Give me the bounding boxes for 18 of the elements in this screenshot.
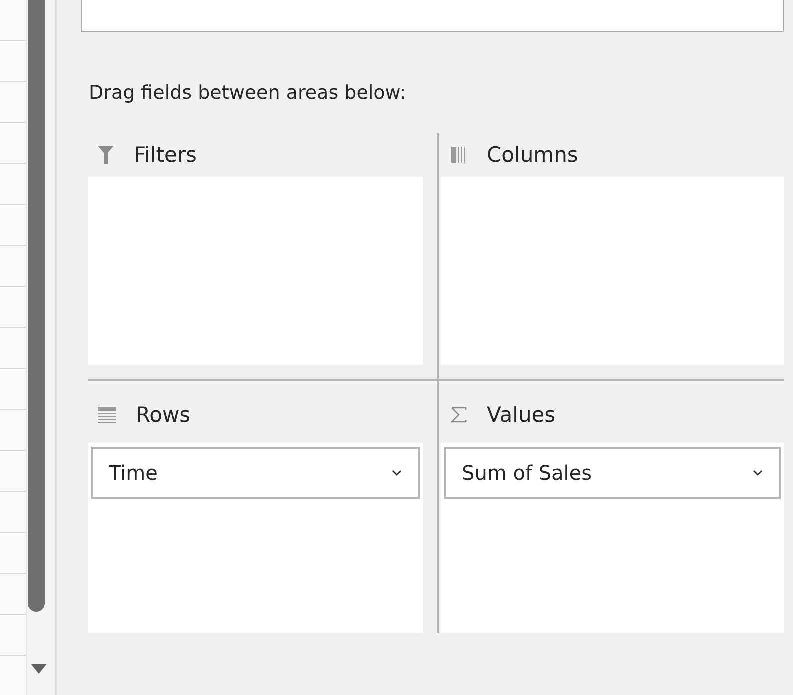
chevron-down-icon[interactable] — [392, 470, 402, 476]
scrollbar[interactable] — [26, 0, 57, 695]
columns-icon — [451, 147, 467, 163]
scroll-down-icon[interactable] — [31, 664, 47, 674]
instruction-text: Drag fields between areas below: — [89, 82, 408, 106]
area-label: Rows — [136, 403, 191, 427]
field-dropdown[interactable]: Sum of Sales — [444, 447, 781, 499]
filter-icon — [98, 146, 114, 164]
drop-area[interactable]: Time — [88, 443, 423, 633]
area-label: Filters — [134, 143, 197, 167]
scrollbar-thumb[interactable] — [28, 0, 45, 612]
drop-area[interactable]: Sum of Sales — [441, 443, 784, 633]
chevron-down-icon[interactable] — [753, 470, 763, 476]
area-label: Values — [487, 403, 556, 427]
rows-icon — [98, 407, 116, 423]
area-label: Columns — [487, 143, 578, 167]
field-dropdown[interactable]: Time — [91, 447, 420, 499]
sigma-icon — [451, 407, 467, 423]
